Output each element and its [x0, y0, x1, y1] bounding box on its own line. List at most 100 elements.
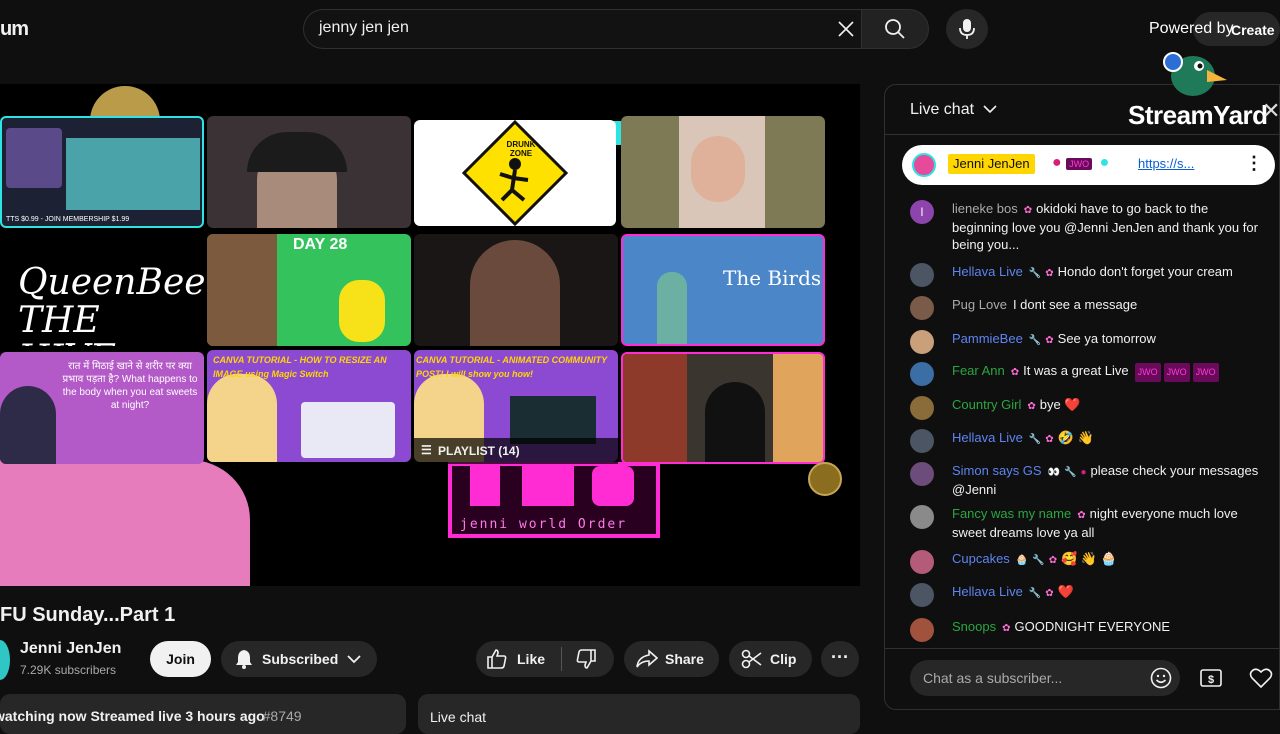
description-box[interactable]: watching now Streamed live 3 hours ago #… [0, 694, 406, 734]
chat-avatar [910, 362, 934, 386]
subscribed-button[interactable]: Subscribed [221, 641, 377, 677]
thumbnail-tile[interactable]: DAY 28 [207, 234, 411, 346]
chat-message[interactable]: Hellava Live 🔧 ✿ 🤣 👋 [910, 429, 1265, 453]
member-badge-icon: ✿ [1002, 623, 1011, 634]
thumbnail-tile[interactable]: DRUNK ZONE [414, 120, 616, 226]
playlist-overlay[interactable]: ☰ PLAYLIST (14) [414, 438, 618, 464]
chat-header-divider [885, 134, 1280, 135]
chat-avatar: l [910, 200, 934, 224]
thumbnail-tile[interactable] [621, 116, 825, 228]
chat-avatar [910, 583, 934, 607]
thumbnail-tile[interactable]: The Birds [621, 234, 825, 346]
join-button[interactable]: Join [150, 641, 211, 677]
search-button[interactable] [861, 9, 929, 49]
chat-message[interactable]: Snoops ✿ GOODNIGHT EVERYONE [910, 618, 1265, 642]
clear-search-icon[interactable] [834, 17, 858, 41]
thumbnail-tile[interactable]: QueenBee THE HIVE [0, 234, 204, 346]
chat-text: See ya tomorrow [1057, 331, 1156, 346]
site-logo[interactable]: um [0, 18, 29, 41]
like-label[interactable]: Like [517, 651, 545, 667]
thumbnail-tile[interactable] [414, 234, 618, 346]
chat-message[interactable]: Hellava Live 🔧 ✿ ❤️ [910, 583, 1265, 607]
channel-avatar[interactable] [0, 640, 10, 680]
chat-message[interactable]: l lieneke bos ✿ okidoki have to go back to… [910, 200, 1265, 253]
subscriber-count: 7.29K subscribers [20, 663, 117, 677]
share-label: Share [665, 651, 704, 667]
member-badge-icon: ✿ [1045, 434, 1054, 445]
chat-message[interactable]: Country Girl ✿ bye ❤️ [910, 396, 1265, 420]
chat-message[interactable]: Fear Ann ✿ It was a great Live JWO JWO JWO [910, 362, 1265, 386]
chat-text: Hondo don't forget your cream [1057, 264, 1233, 279]
like-divider [561, 647, 562, 671]
wrench-icon: 🔧 [1028, 588, 1042, 599]
share-button[interactable]: Share [624, 641, 719, 677]
jwo-emote: JWO [1192, 363, 1219, 382]
chat-message[interactable]: Cupcakes 🧁 🔧 ✿ 🥰 👋 🧁 [910, 550, 1265, 574]
chat-avatar [910, 618, 934, 642]
pinned-menu-icon[interactable]: ⋮ [1245, 153, 1263, 174]
chat-author[interactable]: Hellava Live [952, 584, 1023, 599]
search-input[interactable]: jenny jen jen [319, 19, 409, 37]
chat-author[interactable]: Simon says GS [952, 463, 1042, 478]
pinned-emotes: ● JWO ● [1052, 154, 1109, 172]
tile-caption: रात में मिठाई खाने से शरीर पर क्या प्रभा… [62, 361, 198, 411]
emoji-icon[interactable] [1146, 663, 1176, 693]
chat-mode-dropdown[interactable]: Live chat [910, 101, 997, 119]
chat-author[interactable]: Cupcakes [952, 551, 1010, 566]
voice-search-button[interactable] [946, 9, 988, 49]
coin-badge [808, 462, 842, 496]
thumbnail-tile[interactable]: TTS $0.99 - JOIN MEMBERSHIP $1.99 [0, 116, 204, 228]
thumbs-up-icon [487, 649, 507, 669]
scissors-icon [741, 649, 762, 669]
live-chat-section[interactable]: Live chat [418, 694, 860, 734]
chat-message[interactable]: Pug Love I dont see a message [910, 296, 1265, 320]
heart-icon[interactable] [1246, 663, 1276, 693]
more-actions-button[interactable]: ··· [821, 641, 859, 677]
chat-author[interactable]: Hellava Live [952, 430, 1023, 445]
chat-author[interactable]: Fancy was my name [952, 506, 1071, 521]
more-icon: ··· [831, 647, 849, 667]
member-badge-icon: ✿ [1027, 401, 1036, 412]
cupcake-icon: 🧁 [1015, 555, 1029, 566]
like-button[interactable] [486, 648, 508, 675]
clip-label: Clip [770, 651, 797, 667]
chat-avatar [910, 263, 934, 287]
channel-name[interactable]: Jenni JenJen [20, 640, 121, 658]
chat-author[interactable]: Fear Ann [952, 363, 1005, 378]
eyes-icon: 👀 [1047, 467, 1061, 478]
member-badge-icon: ✿ [1045, 335, 1054, 346]
chat-author[interactable]: PammieBee [952, 331, 1023, 346]
thumbnail-tile[interactable]: CANVA TUTORIAL - HOW TO RESIZE AN IMAGE … [207, 350, 411, 462]
streamyard-duck-logo [1163, 48, 1227, 98]
chat-author[interactable]: Hellava Live [952, 264, 1023, 279]
clip-button[interactable]: Clip [729, 641, 812, 677]
playlist-icon: ☰ [421, 443, 432, 457]
thumbnail-tile[interactable]: रात में मिठाई खाने से शरीर पर क्या प्रभा… [0, 352, 204, 464]
tile-caption: CANVA TUTORIAL - HOW TO RESIZE AN IMAGE … [213, 355, 387, 379]
chat-author[interactable]: Pug Love [952, 297, 1007, 312]
tile-caption: QueenBee THE HIVE [18, 262, 204, 347]
dislike-button[interactable] [575, 648, 597, 675]
super-chat-icon[interactable]: $ [1196, 663, 1226, 693]
svg-text:$: $ [1208, 674, 1214, 686]
chat-message[interactable]: Simon says GS 👀 🔧 ● please check your messag… [910, 462, 1265, 498]
close-icon[interactable]: ✕ [1262, 98, 1280, 124]
bell-icon [236, 650, 252, 669]
description-hashtag[interactable]: #8749 [263, 708, 302, 724]
thumbnail-tile[interactable] [207, 116, 411, 228]
tile-caption: TTS $0.99 - JOIN MEMBERSHIP $1.99 [6, 216, 130, 223]
throne-seat [0, 460, 250, 586]
pinned-author[interactable]: Jenni JenJen [948, 154, 1035, 174]
chat-message[interactable]: Fancy was my name ✿ night everyone much lo… [910, 505, 1265, 541]
chat-input[interactable]: Chat as a subscriber... [910, 660, 1180, 696]
chat-message[interactable]: PammieBee 🔧 ✿ See ya tomorrow [910, 330, 1265, 354]
microphone-icon [959, 19, 975, 39]
chat-author[interactable]: Country Girl [952, 397, 1021, 412]
pinned-link[interactable]: https://s... [1138, 156, 1194, 171]
thumbnail-tile[interactable] [621, 352, 825, 464]
chat-text: bye ❤️ [1039, 397, 1081, 412]
member-badge-icon: ✿ [1077, 510, 1086, 521]
chat-message[interactable]: Hellava Live 🔧 ✿ Hondo don't forget your cr… [910, 263, 1265, 287]
chat-author[interactable]: lieneke bos [952, 201, 1018, 216]
chat-author[interactable]: Snoops [952, 619, 996, 634]
